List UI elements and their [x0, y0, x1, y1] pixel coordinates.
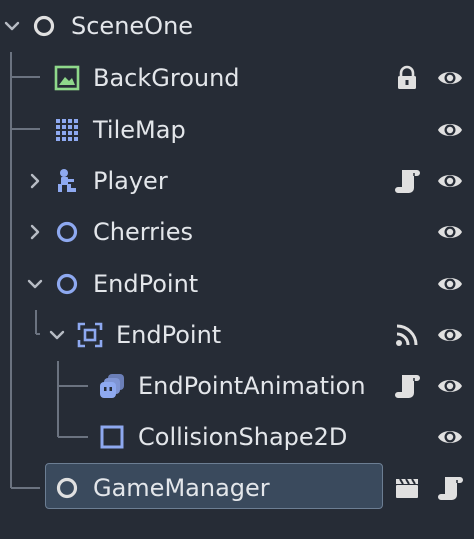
eye-icon[interactable] — [436, 270, 464, 298]
eye-icon[interactable] — [436, 423, 464, 451]
character-icon — [58, 169, 76, 192]
eye-icon[interactable] — [436, 218, 464, 246]
area-icon — [77, 322, 103, 348]
tree-item-label: SceneOne — [71, 12, 194, 40]
chevron-right-icon[interactable] — [26, 172, 44, 190]
tree-item-label: EndPoint — [93, 270, 199, 298]
chevron-down-icon[interactable] — [48, 326, 66, 344]
tree-item-endpoint-area[interactable]: EndPoint — [0, 309, 474, 360]
chevron-down-icon[interactable] — [26, 275, 44, 293]
signal-icon[interactable] — [393, 321, 421, 349]
node-icon — [56, 221, 78, 243]
clapperboard-icon[interactable] — [393, 474, 421, 502]
chevron-down-icon[interactable] — [3, 17, 21, 35]
eye-icon[interactable] — [436, 116, 464, 144]
tree-item-endpoint[interactable]: EndPoint — [0, 258, 474, 309]
tree-item-label: Cherries — [93, 218, 193, 246]
tree-item-label: Player — [93, 167, 168, 195]
tree-item-collisionshape2d[interactable]: CollisionShape2D — [0, 411, 474, 462]
tree-item-label: CollisionShape2D — [138, 423, 348, 451]
lock-icon[interactable] — [393, 64, 421, 92]
collision-shape-icon — [100, 425, 124, 449]
tree-item-background[interactable]: BackGround — [0, 52, 474, 103]
scene-tree: SceneOne BackGround TileMap Player Cherr… — [0, 0, 474, 539]
tree-item-label: BackGround — [93, 64, 240, 92]
script-icon[interactable] — [393, 372, 421, 400]
tree-item-gamemanager[interactable]: GameManager — [0, 459, 474, 515]
tree-item-label: EndPoint — [116, 321, 222, 349]
node-icon — [56, 273, 78, 295]
eye-icon[interactable] — [436, 372, 464, 400]
animated-sprite-icon — [100, 374, 124, 398]
tree-item-label: EndPointAnimation — [138, 372, 366, 400]
eye-icon[interactable] — [436, 64, 464, 92]
chevron-right-icon[interactable] — [26, 223, 44, 241]
image-icon — [54, 65, 80, 91]
script-icon[interactable] — [436, 474, 464, 502]
tree-item-endpointanimation[interactable]: EndPointAnimation — [0, 360, 474, 411]
tree-item-sceneone[interactable]: SceneOne — [0, 0, 474, 51]
tree-item-label: GameManager — [93, 474, 270, 502]
eye-icon[interactable] — [436, 321, 464, 349]
node-icon — [56, 477, 78, 499]
script-icon[interactable] — [393, 167, 421, 195]
tilemap-icon — [56, 119, 78, 141]
tree-item-player[interactable]: Player — [0, 155, 474, 206]
eye-icon[interactable] — [436, 167, 464, 195]
node-icon — [33, 15, 55, 37]
tree-item-label: TileMap — [93, 116, 186, 144]
tree-item-tilemap[interactable]: TileMap — [0, 104, 474, 155]
tree-item-cherries[interactable]: Cherries — [0, 206, 474, 257]
